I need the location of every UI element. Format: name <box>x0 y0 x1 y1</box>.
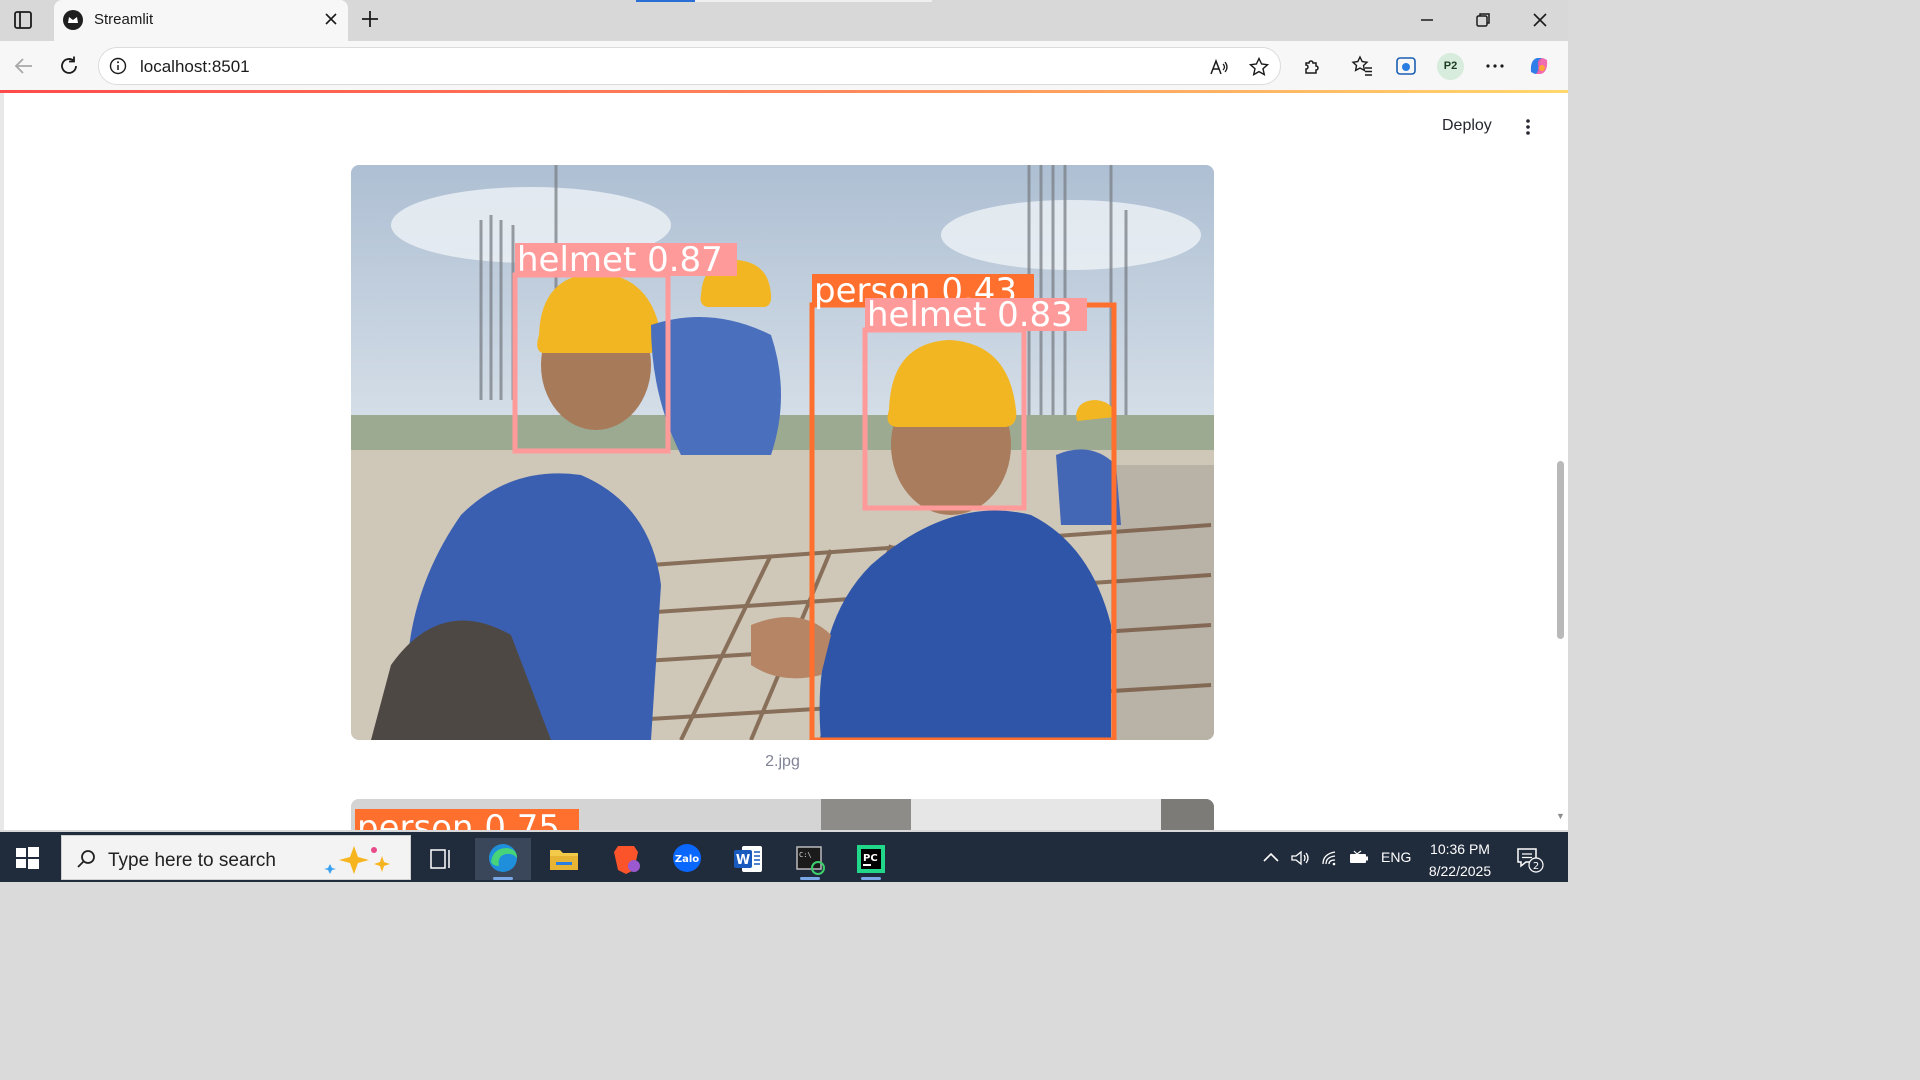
taskbar-app-terminal[interactable]: C:\ <box>782 838 838 880</box>
favorites-icon[interactable] <box>1350 54 1374 78</box>
detection-label: helmet 0.83 <box>867 295 1073 335</box>
browser-essentials-icon[interactable] <box>1394 54 1418 78</box>
volume-icon[interactable] <box>1289 848 1311 868</box>
svg-text:Zalo: Zalo <box>675 854 699 865</box>
main-menu-icon[interactable] <box>1519 117 1537 137</box>
svg-text:C:\: C:\ <box>799 851 812 859</box>
detection-image-canvas: helmet 0.87 person 0.43 helmet 0.83 <box>351 165 1214 740</box>
scroll-down-icon[interactable]: ▼ <box>1556 811 1565 821</box>
windows-start-icon[interactable] <box>14 845 40 871</box>
reload-icon[interactable] <box>57 54 81 78</box>
close-tab-icon[interactable] <box>322 10 340 28</box>
image-caption: 2.jpg <box>765 753 800 770</box>
taskbar-app-edge[interactable] <box>475 838 531 880</box>
folder-icon <box>550 850 578 870</box>
browser-title-bar: Streamlit <box>0 0 1568 41</box>
svg-text:PC: PC <box>863 853 878 864</box>
wifi-icon[interactable] <box>1320 848 1342 868</box>
taskbar-search[interactable]: Type here to search <box>61 835 411 880</box>
edge-icon <box>489 844 517 872</box>
streamlit-page: Deploy helmet 0.87 person 0.43 helmet 0.… <box>0 93 1568 830</box>
deploy-button[interactable]: Deploy <box>1442 117 1492 135</box>
more-options-icon[interactable] <box>1483 54 1507 78</box>
clock-time: 10:36 PM <box>1430 841 1490 857</box>
detection-label: helmet 0.87 <box>517 240 723 280</box>
minimize-icon[interactable] <box>1415 8 1439 32</box>
extensions-icon[interactable] <box>1301 54 1325 78</box>
search-highlight-icon <box>324 846 390 874</box>
close-window-icon[interactable] <box>1528 8 1552 32</box>
svg-text:W: W <box>736 853 750 868</box>
search-placeholder: Type here to search <box>108 850 276 871</box>
notification-icon: 2 <box>1517 848 1544 873</box>
detection-image: person 0.75 <box>351 799 1214 830</box>
address-bar[interactable]: localhost:8501 <box>98 47 1281 85</box>
taskbar-app-pycharm[interactable]: PC <box>843 838 899 880</box>
browser-toolbar: localhost:8501 P2 <box>0 41 1568 91</box>
input-language[interactable]: ENG <box>1381 849 1411 865</box>
detection-image-canvas: person 0.75 <box>351 799 1214 830</box>
scrollbar-thumb[interactable] <box>1557 461 1564 639</box>
profile-avatar[interactable]: P2 <box>1437 53 1464 80</box>
notification-count: 2 <box>1533 861 1539 872</box>
notification-center[interactable]: 2 <box>1514 844 1544 874</box>
back-icon[interactable] <box>12 54 36 78</box>
show-hidden-icons-icon[interactable] <box>1260 848 1282 868</box>
read-aloud-icon[interactable] <box>1208 56 1230 78</box>
favorite-star-icon[interactable] <box>1248 56 1270 78</box>
url-text[interactable]: localhost:8501 <box>140 57 250 77</box>
clock-date: 8/22/2025 <box>1428 863 1492 879</box>
screen: Streamlit localhost:8501 P2 Deploy helme… <box>0 0 1568 882</box>
word-icon: W <box>734 846 762 872</box>
browser-tab[interactable]: Streamlit <box>54 0 348 41</box>
terminal-icon: C:\ <box>796 846 825 875</box>
new-tab-icon[interactable] <box>359 8 381 30</box>
taskbar-app-zalo[interactable]: Zalo <box>659 838 715 880</box>
loading-indicator <box>636 0 932 2</box>
brave-icon <box>614 846 640 874</box>
battery-icon[interactable] <box>1348 848 1370 868</box>
taskbar-app-file-explorer[interactable] <box>536 838 592 880</box>
tab-actions-icon[interactable] <box>10 8 36 32</box>
page-scrollbar[interactable]: ▼ <box>1556 93 1568 830</box>
copilot-icon[interactable] <box>1527 54 1551 78</box>
zalo-icon: Zalo <box>673 844 701 872</box>
detection-image: helmet 0.87 person 0.43 helmet 0.83 <box>351 165 1214 740</box>
search-icon <box>77 850 95 868</box>
tab-title: Streamlit <box>94 11 154 28</box>
windows-taskbar: Type here to search Zalo W C:\ PC ENG 10… <box>0 832 1568 882</box>
site-info-icon[interactable] <box>109 57 127 75</box>
detection-label: person 0.75 <box>357 808 560 830</box>
pycharm-icon: PC <box>857 845 885 873</box>
taskbar-app-word[interactable]: W <box>720 838 776 880</box>
taskbar-clock[interactable]: 10:36 PM 8/22/2025 <box>1420 838 1500 882</box>
streamlit-favicon-icon <box>63 10 83 30</box>
task-view-icon[interactable] <box>413 838 469 880</box>
restore-icon[interactable] <box>1471 8 1495 32</box>
taskbar-app-brave[interactable] <box>598 838 654 880</box>
